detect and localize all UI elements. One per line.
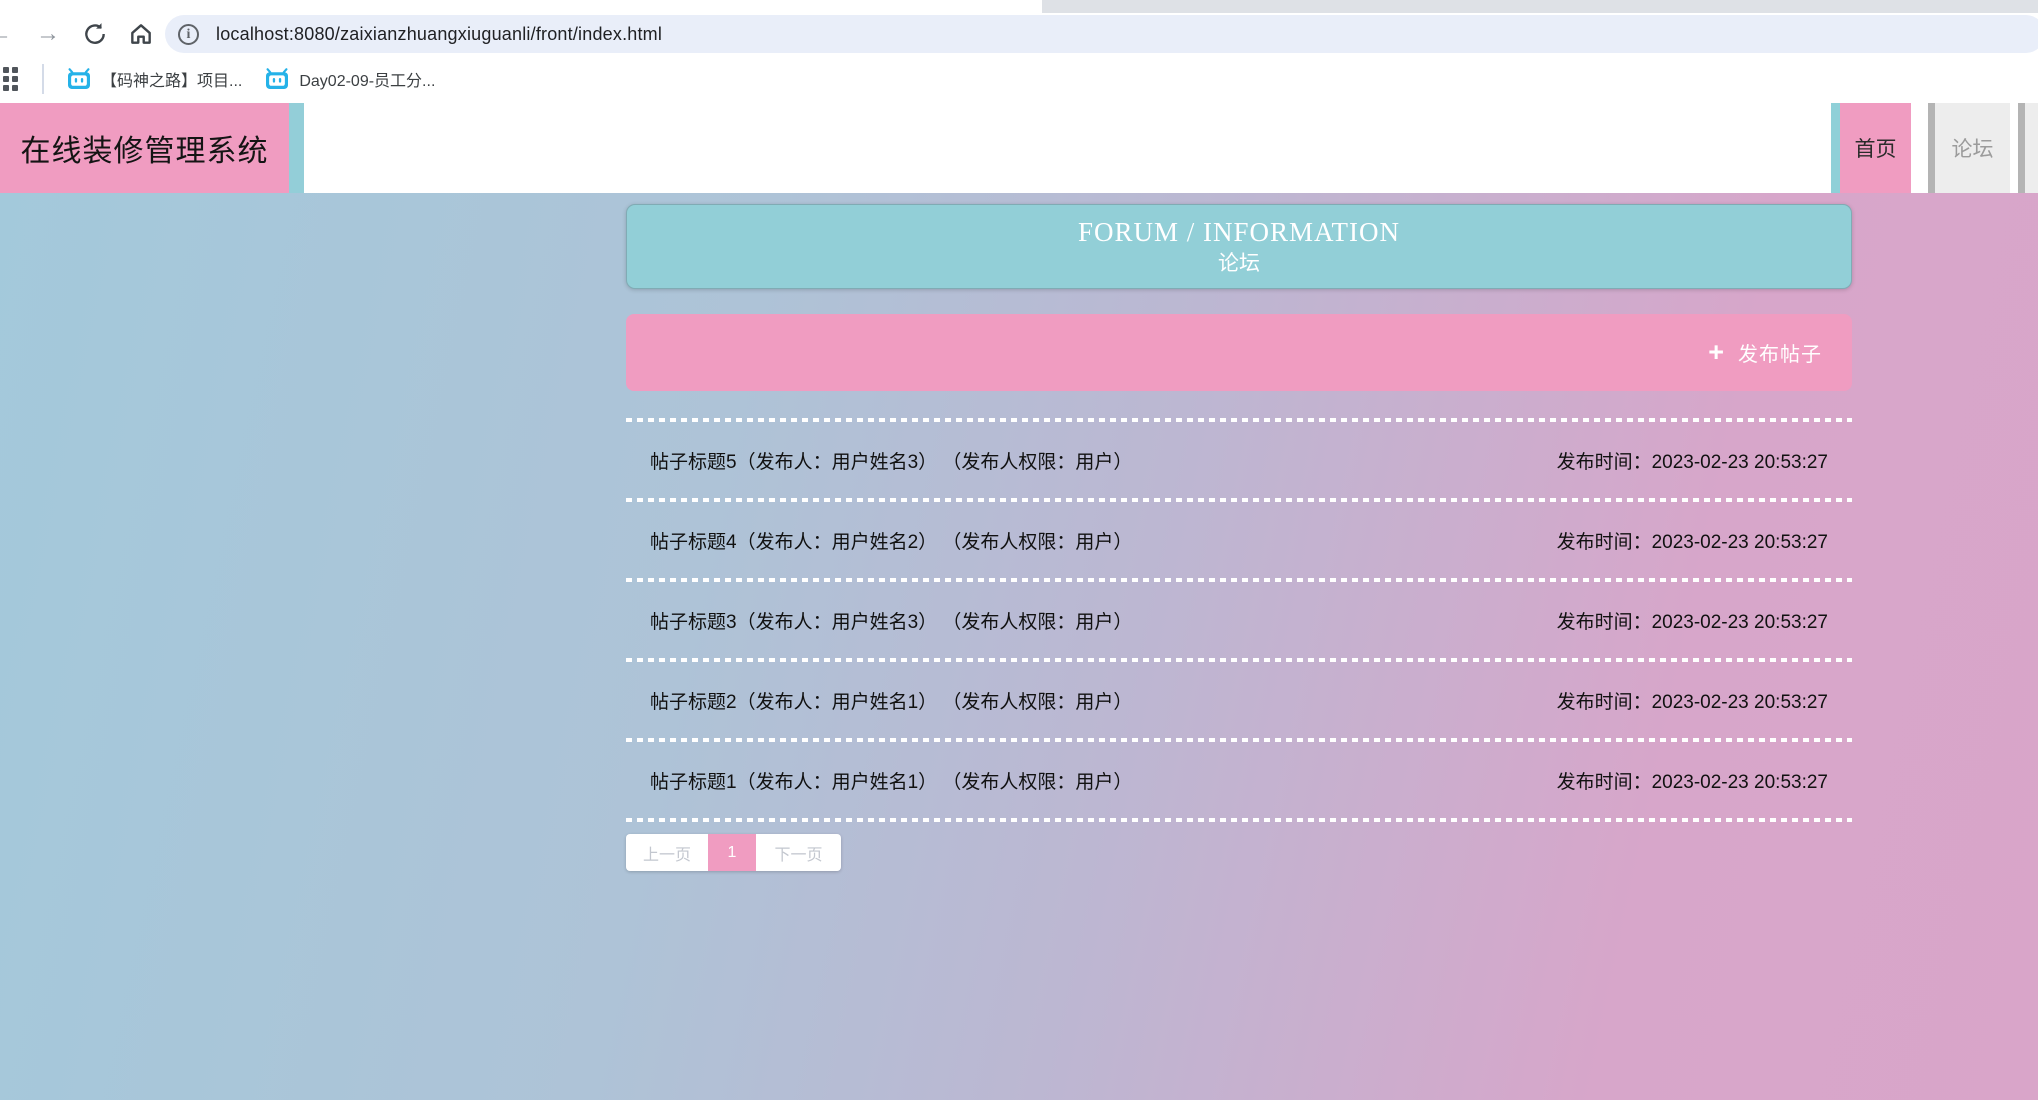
post-title: 帖子标题5（发布人：用户姓名3） （发布人权限：用户）: [650, 447, 1132, 474]
bilibili-icon: [66, 68, 92, 90]
bookmark-label: Day02-09-员工分...: [299, 67, 435, 91]
nav-forum-label: 论坛: [1952, 133, 1994, 163]
post-time: 发布时间：2023-02-23 20:53:27: [1557, 607, 1828, 634]
site-title: 在线装修管理系统: [21, 126, 269, 170]
bookmark-item-2[interactable]: Day02-09-员工分...: [264, 67, 435, 91]
nav-item-forum[interactable]: 论坛: [1935, 103, 2010, 193]
nav-forum-accent: [1928, 103, 1935, 193]
post-title: 帖子标题2（发布人：用户姓名1） （发布人权限：用户）: [650, 687, 1132, 714]
bilibili-icon: [264, 68, 290, 90]
content-container: FORUM / INFORMATION 论坛 + 发布帖子 帖子标题5（发布人：…: [626, 193, 1852, 871]
site-header: 在线装修管理系统 首页 论坛: [0, 103, 2038, 193]
back-icon[interactable]: ←: [0, 17, 12, 51]
browser-toolbar: ← → i localhost:8080/zaixianzhuangxiugua…: [0, 13, 2038, 55]
plus-icon: +: [1708, 339, 1724, 366]
post-title: 帖子标题3（发布人：用户姓名3） （发布人权限：用户）: [650, 607, 1132, 634]
pagination: 上一页 1 下一页: [626, 834, 841, 871]
page-info-icon[interactable]: i: [178, 24, 199, 45]
banner-title-en: FORUM / INFORMATION: [627, 216, 1851, 248]
post-time: 发布时间：2023-02-23 20:53:27: [1557, 767, 1828, 794]
post-time: 发布时间：2023-02-23 20:53:27: [1557, 527, 1828, 554]
apps-grid-icon[interactable]: [0, 67, 18, 91]
dashed-divider: [626, 818, 1852, 822]
post-row[interactable]: 帖子标题2（发布人：用户姓名1） （发布人权限：用户） 发布时间：2023-02…: [626, 662, 1852, 738]
bookmark-separator: [42, 64, 44, 94]
forum-banner: FORUM / INFORMATION 论坛: [626, 204, 1852, 289]
nav-home-label: 首页: [1855, 133, 1897, 163]
bookmarks-bar: 【码神之路】项目... Day02-09-员工分...: [0, 55, 2038, 103]
post-time: 发布时间：2023-02-23 20:53:27: [1557, 447, 1828, 474]
active-tab[interactable]: [0, 0, 1042, 13]
publish-bar: + 发布帖子: [626, 314, 1852, 391]
home-icon[interactable]: [128, 21, 154, 47]
reload-icon[interactable]: [82, 21, 108, 47]
forward-icon[interactable]: →: [36, 17, 60, 51]
site-logo[interactable]: 在线装修管理系统: [0, 103, 289, 193]
prev-page-button[interactable]: 上一页: [626, 834, 708, 871]
post-row[interactable]: 帖子标题1（发布人：用户姓名1） （发布人权限：用户） 发布时间：2023-02…: [626, 742, 1852, 818]
post-list: 帖子标题5（发布人：用户姓名3） （发布人权限：用户） 发布时间：2023-02…: [626, 418, 1852, 822]
url-text[interactable]: localhost:8080/zaixianzhuangxiuguanli/fr…: [216, 24, 662, 45]
nav-home-accent: [1831, 103, 1840, 193]
bookmark-item-1[interactable]: 【码神之路】项目...: [66, 67, 242, 91]
browser-window: ← → i localhost:8080/zaixianzhuangxiugua…: [0, 0, 2038, 1100]
tab-strip: [0, 0, 2038, 13]
next-page-button[interactable]: 下一页: [756, 834, 841, 871]
post-row[interactable]: 帖子标题3（发布人：用户姓名3） （发布人权限：用户） 发布时间：2023-02…: [626, 582, 1852, 658]
publish-post-button[interactable]: 发布帖子: [1738, 338, 1822, 367]
post-time: 发布时间：2023-02-23 20:53:27: [1557, 687, 1828, 714]
post-row[interactable]: 帖子标题5（发布人：用户姓名3） （发布人权限：用户） 发布时间：2023-02…: [626, 422, 1852, 498]
tab-curve: [1042, 0, 1056, 13]
address-bar[interactable]: i localhost:8080/zaixianzhuangxiuguanli/…: [165, 15, 2038, 53]
nav-item-home[interactable]: 首页: [1840, 103, 1911, 193]
post-title: 帖子标题4（发布人：用户姓名2） （发布人权限：用户）: [650, 527, 1132, 554]
page-number-1[interactable]: 1: [708, 834, 756, 871]
post-row[interactable]: 帖子标题4（发布人：用户姓名2） （发布人权限：用户） 发布时间：2023-02…: [626, 502, 1852, 578]
bookmark-label: 【码神之路】项目...: [101, 67, 242, 91]
nav-partial-accent: [2018, 103, 2025, 193]
nav-item-partial[interactable]: [2025, 103, 2038, 193]
page-background: FORUM / INFORMATION 论坛 + 发布帖子 帖子标题5（发布人：…: [0, 193, 2038, 1100]
post-title: 帖子标题1（发布人：用户姓名1） （发布人权限：用户）: [650, 767, 1132, 794]
banner-title-cn: 论坛: [627, 248, 1851, 278]
logo-divider: [289, 103, 304, 193]
